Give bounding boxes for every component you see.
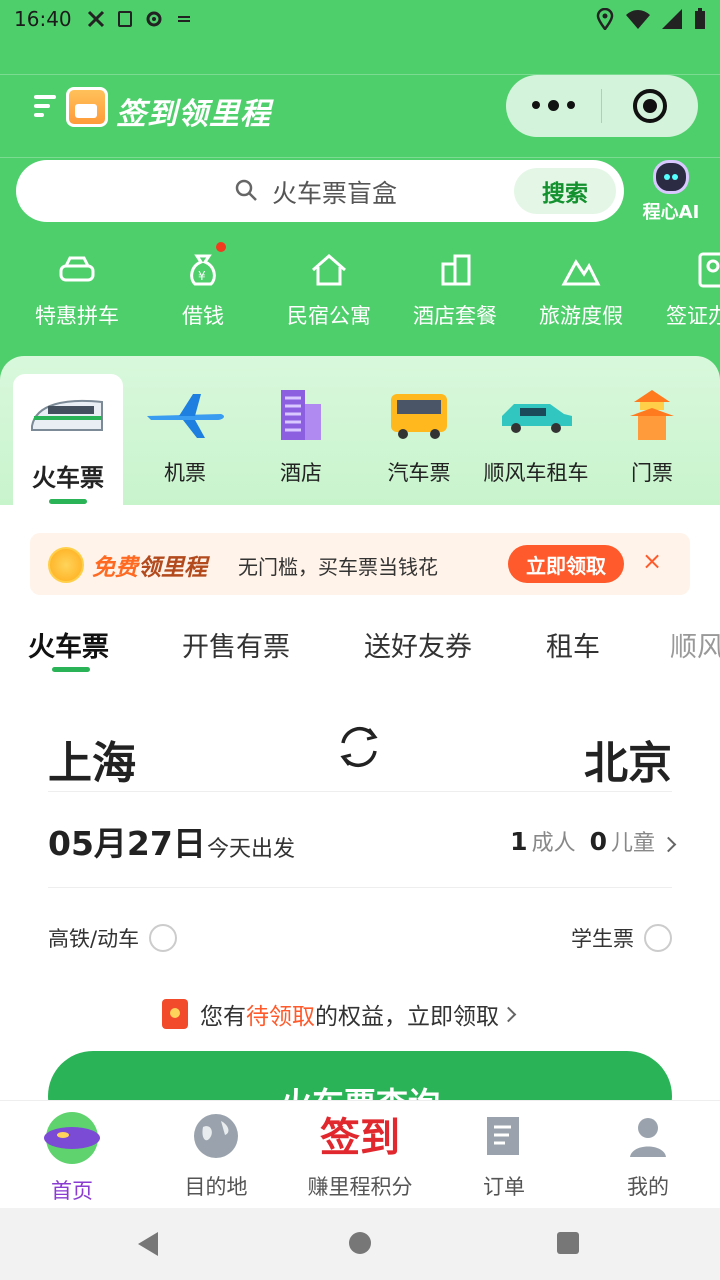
student-ticket-radio[interactable] [644, 924, 672, 952]
airplane-icon [147, 394, 224, 438]
tab-friend-coupon[interactable]: 送好友券 [364, 625, 472, 664]
arrival-city[interactable]: 北京 [584, 727, 672, 791]
mini-program-capsule [506, 75, 698, 137]
sync-icon [177, 16, 190, 22]
search-button[interactable]: 搜索 [514, 168, 616, 214]
money-bag-icon: ¥ [190, 254, 216, 286]
signal-icon [662, 9, 682, 29]
app-header: 签到领里程 [0, 74, 720, 158]
target-icon [632, 89, 667, 123]
page-title: 签到领里程 [116, 97, 271, 132]
quick-item-visa[interactable]: 签证办 [644, 250, 720, 330]
claim-now-button[interactable]: 立即领取 [508, 545, 624, 583]
chevron-right-icon [660, 836, 677, 853]
chevron-right-icon [500, 1006, 517, 1022]
promo-banner[interactable]: 免费领里程 无门槛，买车票当钱花 立即领取 × [30, 533, 690, 595]
search-bar[interactable]: 火车票盲盒 搜索 [16, 160, 624, 222]
train-icon [31, 399, 103, 431]
benefit-link[interactable]: 您有 待领取 的权益，立即领取 [162, 997, 517, 1031]
close-icon[interactable]: × [642, 547, 662, 575]
coin-icon [48, 547, 84, 583]
ai-assistant-button[interactable]: 程心AI [636, 160, 706, 224]
category-train[interactable]: 火车票 [13, 374, 123, 506]
gear-icon [146, 11, 162, 27]
signin-title: 签到 [320, 1114, 400, 1161]
tools-icon [87, 10, 104, 28]
robot-icon [653, 160, 689, 194]
bus-icon [391, 394, 447, 439]
quick-item-loan[interactable]: ¥ 借钱 [140, 242, 266, 330]
booking-tabs: 火车票 开售有票 送好友券 租车 顺风 [0, 625, 720, 675]
app-badge-icon [117, 11, 132, 27]
bottom-nav: 首页 目的地 签到 赚里程积分 订单 我的 [0, 1100, 720, 1208]
quick-item-hotel-package[interactable]: 酒店套餐 [392, 250, 518, 330]
high-speed-option[interactable]: 高铁/动车 [48, 923, 178, 953]
quick-item-carpool[interactable]: 特惠拼车 [14, 250, 140, 330]
battery-icon [695, 8, 705, 29]
category-ride-rental[interactable]: 顺风车租车 [478, 386, 594, 487]
svg-text:¥: ¥ [198, 269, 206, 283]
nav-signin[interactable]: 签到 赚里程积分 [290, 1111, 430, 1201]
departure-city[interactable]: 上海 [48, 727, 136, 791]
category-tickets[interactable]: 门票 [594, 386, 710, 487]
blimp-icon [44, 1112, 100, 1164]
notification-dot [216, 242, 226, 252]
nav-home[interactable]: 首页 [2, 1111, 142, 1205]
category-bus[interactable]: 汽车票 [361, 386, 477, 487]
quick-item-vacation[interactable]: 旅游度假 [518, 250, 644, 330]
search-icon [235, 179, 257, 201]
home-icon[interactable] [349, 1232, 371, 1254]
nav-orders[interactable]: 订单 [434, 1111, 574, 1201]
nav-destination[interactable]: 目的地 [146, 1111, 286, 1201]
tab-train[interactable]: 火车票 [28, 625, 109, 672]
profile-icon [630, 1118, 666, 1157]
house-icon [312, 254, 346, 286]
nav-mine[interactable]: 我的 [578, 1111, 718, 1201]
search-input[interactable]: 火车票盲盒 [272, 174, 397, 210]
quick-menu: 特惠拼车 ¥ 借钱 民宿公寓 酒店套餐 旅游度假 签证办 [0, 242, 720, 340]
system-nav-bar [0, 1208, 720, 1280]
red-envelope-icon [162, 999, 188, 1029]
category-hotel[interactable]: 酒店 [243, 386, 359, 487]
back-icon[interactable] [138, 1232, 158, 1256]
location-icon [596, 8, 614, 30]
status-time: 16:40 [14, 7, 72, 31]
globe-icon [194, 1114, 238, 1158]
swap-cities-icon[interactable] [333, 721, 385, 773]
category-flight[interactable]: 机票 [127, 386, 243, 487]
status-bar: 16:40 [0, 0, 720, 38]
student-ticket-option[interactable]: 学生票 [571, 923, 672, 953]
tab-on-sale[interactable]: 开售有票 [182, 625, 290, 664]
calendar-logo-icon [66, 87, 108, 127]
more-options-button[interactable] [506, 100, 601, 111]
ai-label: 程心AI [642, 202, 700, 223]
quick-item-homestay[interactable]: 民宿公寓 [266, 250, 392, 330]
mountain-icon [561, 259, 601, 286]
passenger-selector[interactable]: 1 成人 0 儿童 [500, 825, 677, 857]
category-bar: 火车票 机票 酒店 汽车票 顺风车租车 门票 [0, 356, 720, 506]
taxi-icon [502, 404, 572, 433]
train-search-button[interactable]: 火车票查询 [48, 1051, 672, 1100]
order-list-icon [487, 1117, 519, 1155]
departure-date[interactable]: 05月27日 [48, 817, 206, 865]
promo-description: 无门槛，买车票当钱花 [238, 555, 438, 579]
booking-panel: 免费领里程 无门槛，买车票当钱花 立即领取 × 火车票 开售有票 送好友券 租车… [0, 505, 720, 1100]
car-icon [59, 256, 95, 282]
recent-apps-icon[interactable] [557, 1232, 579, 1254]
promo-title: 免费领里程 [92, 555, 207, 581]
wifi-icon [626, 10, 650, 29]
building-icon [441, 254, 471, 286]
tab-ride[interactable]: 顺风 [670, 625, 720, 664]
menu-icon[interactable] [34, 95, 56, 121]
passport-icon [698, 252, 720, 288]
hotel-building-icon [281, 390, 321, 440]
close-mini-program-button[interactable] [602, 89, 697, 123]
tab-car-rental[interactable]: 租车 [546, 625, 600, 664]
high-speed-radio[interactable] [149, 924, 178, 952]
date-note: 今天出发 [207, 837, 296, 862]
temple-icon [630, 390, 674, 440]
